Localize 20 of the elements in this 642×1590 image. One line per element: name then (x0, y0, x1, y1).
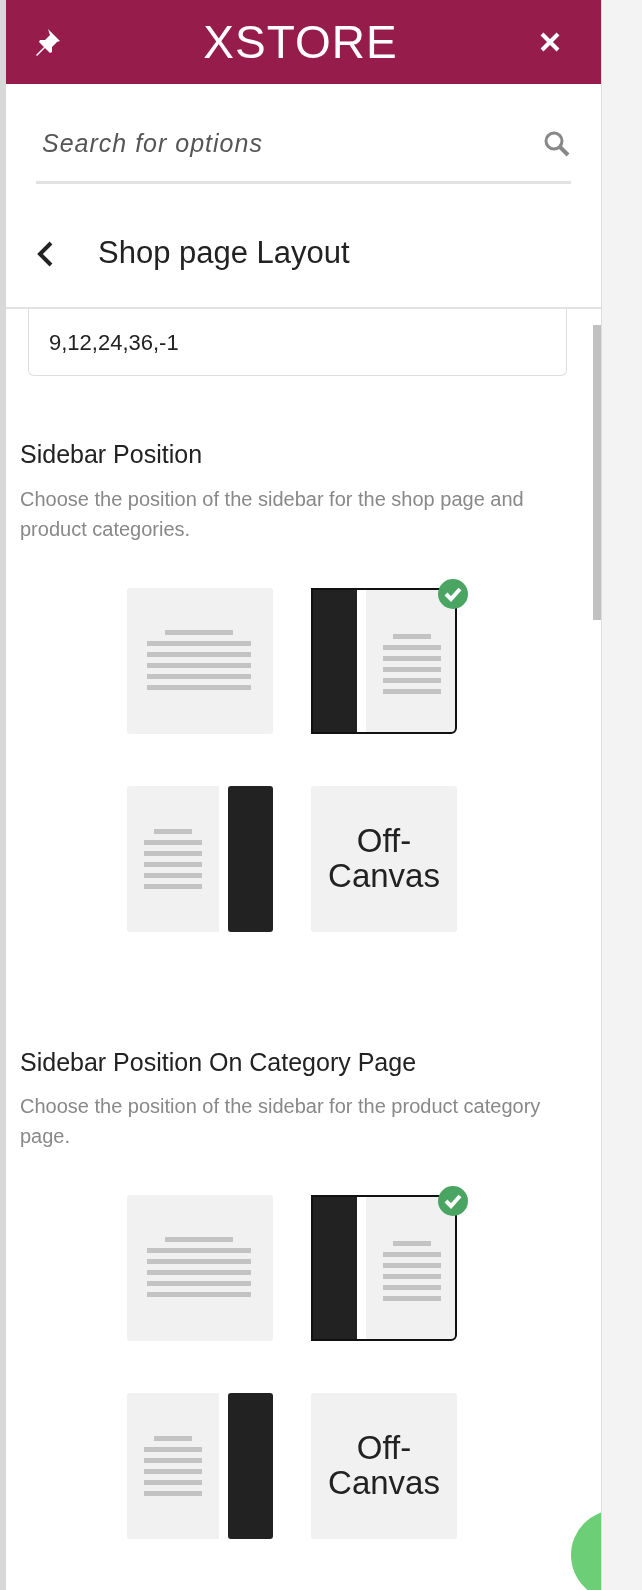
check-icon (437, 1185, 469, 1217)
group-title: Sidebar Position On Category Page (20, 1046, 418, 1078)
search-icon[interactable] (543, 129, 571, 158)
layout-option[interactable] (311, 587, 457, 734)
group-title: Sidebar Position (20, 439, 204, 470)
section-title: Shop page Layout (98, 234, 350, 273)
close-icon[interactable] (539, 31, 561, 53)
layout-option[interactable]: Off- Canvas (311, 1393, 457, 1539)
layout-option[interactable] (127, 785, 273, 932)
group-description: Choose the position of the sidebar for the shop page and product categories. (20, 486, 525, 542)
layout-option[interactable] (127, 1393, 273, 1539)
scrollbar[interactable] (593, 325, 601, 620)
group-description: Choose the position of the sidebar for the product category page. (20, 1094, 542, 1149)
layout-option[interactable]: Off- Canvas (311, 785, 457, 932)
logo: XSTORE (203, 19, 398, 65)
check-icon (437, 577, 469, 610)
input-field[interactable]: 9,12,24,36,-1 (28, 309, 567, 376)
back-icon[interactable] (36, 239, 54, 268)
layout-option[interactable] (311, 1195, 457, 1341)
pin-icon[interactable] (34, 27, 62, 57)
